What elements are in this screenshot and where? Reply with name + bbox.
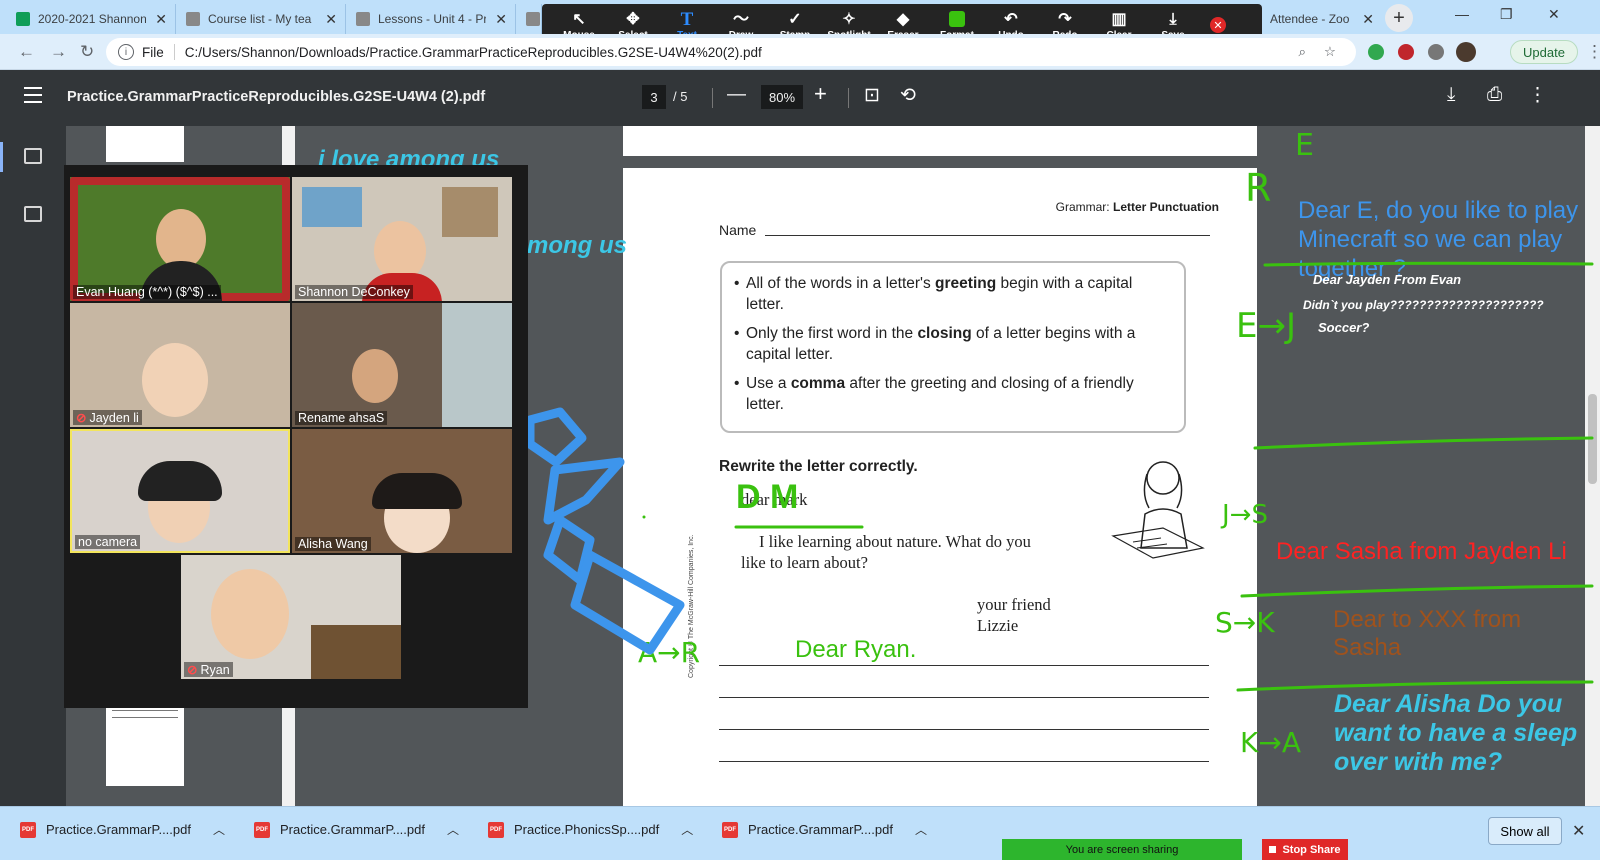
green-line (1263, 261, 1594, 267)
participant-video (142, 343, 208, 417)
mic-muted-icon: ⊘ (187, 663, 198, 677)
download-item[interactable]: PDF Practice.PhonicsSp....pdf ︿ (488, 821, 693, 838)
participant-name: Evan Huang (*^*) ($^$) ... (73, 285, 221, 299)
download-item[interactable]: PDF Practice.GrammarP....pdf ︿ (722, 821, 927, 838)
participant-video (374, 221, 426, 281)
participant-name-text: Ryan (200, 663, 230, 677)
show-all-button[interactable]: Show all (1488, 817, 1562, 845)
green-dot (642, 515, 646, 519)
download-item[interactable]: PDF Practice.GrammarP....pdf ︿ (20, 821, 225, 838)
video-tile[interactable]: ⊘ Jayden li (70, 303, 290, 427)
stop-share-button[interactable]: Stop Share (1262, 839, 1348, 860)
video-tile-active[interactable]: no camera (70, 429, 290, 553)
chevron-up-icon[interactable]: ︿ (915, 821, 927, 838)
screen-sharing-status: You are screen sharing (1002, 839, 1242, 860)
participant-name: ⊘ Jayden li (73, 410, 142, 425)
wall-poster (442, 187, 498, 237)
download-item[interactable]: PDF Practice.GrammarP....pdf ︿ (254, 821, 459, 838)
participant-name: Shannon DeConkey (295, 285, 413, 299)
pdf-file-icon: PDF (488, 821, 504, 838)
mic-muted-icon: ⊘ (76, 411, 87, 425)
video-tile[interactable]: Shannon DeConkey (292, 177, 512, 301)
participant-hair (138, 461, 222, 501)
chevron-up-icon[interactable]: ︿ (681, 821, 693, 838)
share-status-text: You are screen sharing (1065, 843, 1179, 856)
wall-poster (302, 187, 362, 227)
zoom-video-gallery: Evan Huang (*^*) ($^$) ... Shannon DeCon… (64, 165, 528, 708)
download-shelf: PDF Practice.GrammarP....pdf ︿ PDF Practice… (0, 806, 1600, 860)
participant-video (352, 349, 398, 403)
download-name: Practice.GrammarP....pdf (46, 822, 191, 837)
video-tile[interactable]: Rename ahsaS (292, 303, 512, 427)
blue-scribble (525, 407, 587, 467)
participant-hair (372, 473, 462, 509)
participant-name-text: Jayden li (89, 411, 139, 425)
video-tile[interactable]: Evan Huang (*^*) ($^$) ... (70, 177, 290, 301)
window-light (442, 303, 512, 427)
close-shelf-icon[interactable]: ✕ (1572, 821, 1585, 841)
download-name: Practice.PhonicsSp....pdf (514, 822, 660, 837)
participant-name: ⊘ Ryan (184, 662, 233, 677)
chevron-up-icon[interactable]: ︿ (213, 821, 225, 838)
download-name: Practice.GrammarP....pdf (280, 822, 425, 837)
green-line (1253, 436, 1594, 450)
participant-name: no camera (75, 535, 141, 549)
download-name: Practice.GrammarP....pdf (748, 822, 893, 837)
stop-icon (1269, 846, 1277, 853)
participant-video (211, 569, 289, 659)
participant-name: Alisha Wang (295, 537, 371, 551)
participant-video (156, 209, 206, 269)
participant-name: Rename ahsaS (295, 411, 388, 425)
pdf-file-icon: PDF (254, 821, 270, 838)
shelf-bottles (311, 625, 401, 679)
green-line (1240, 584, 1594, 598)
blue-scribble (570, 550, 685, 655)
pdf-file-icon: PDF (722, 821, 738, 838)
video-tile[interactable]: Alisha Wang (292, 429, 512, 553)
pdf-file-icon: PDF (20, 821, 36, 838)
green-line (1236, 680, 1594, 692)
blue-scribble (543, 457, 625, 525)
stop-share-label: Stop Share (1282, 843, 1341, 856)
chevron-up-icon[interactable]: ︿ (447, 821, 459, 838)
video-tile[interactable]: ⊘ Ryan (181, 555, 401, 679)
